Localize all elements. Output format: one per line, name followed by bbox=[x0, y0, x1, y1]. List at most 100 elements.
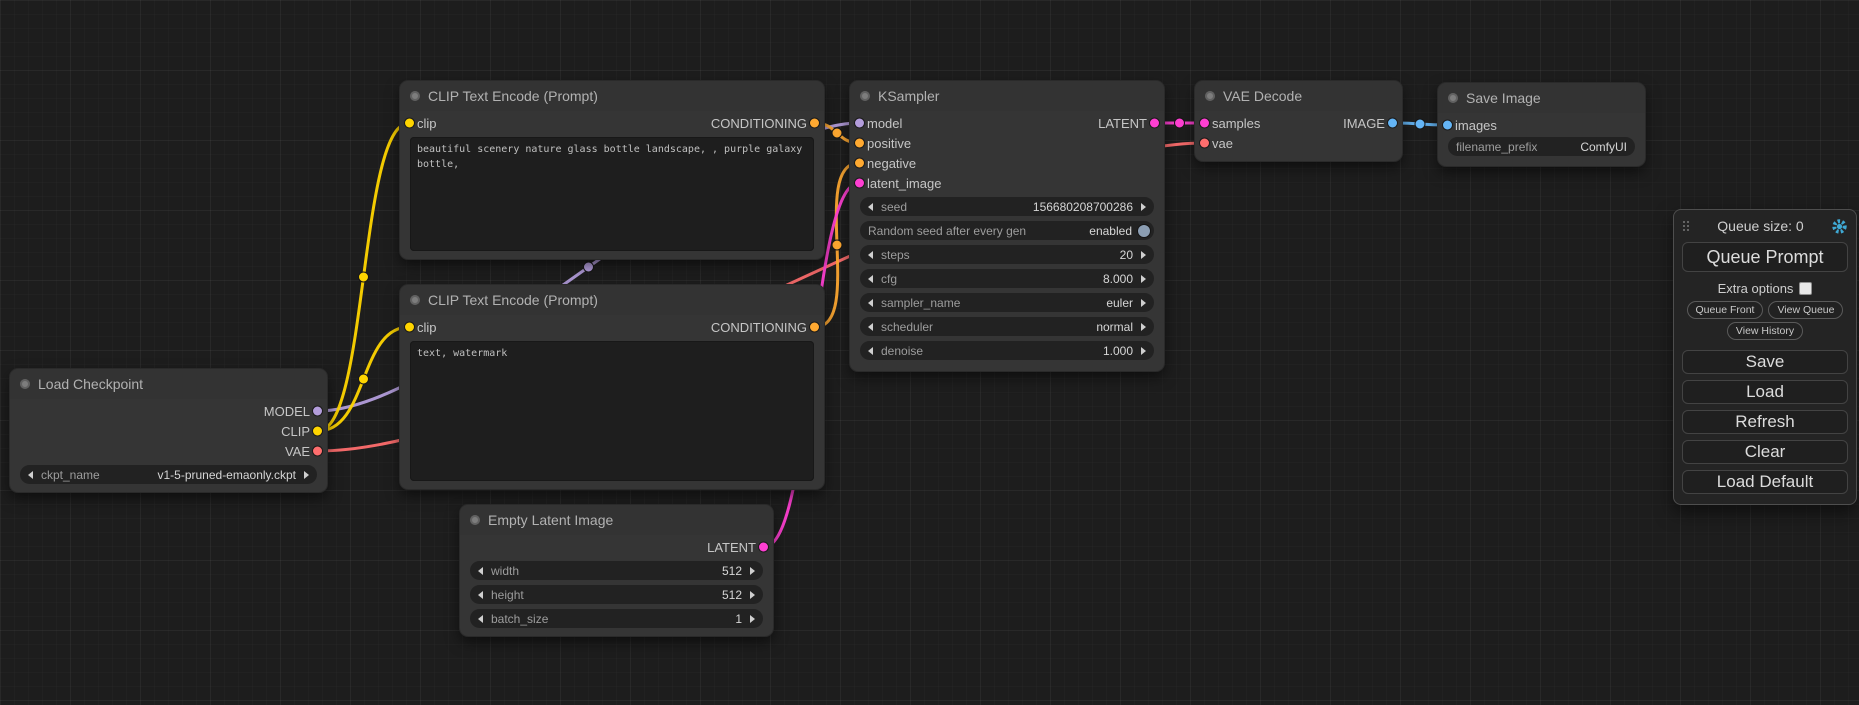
node-empty-latent-image[interactable]: Empty Latent Image LATENT width 512 heig… bbox=[460, 505, 773, 636]
decrement-arrow-icon[interactable] bbox=[868, 251, 873, 259]
collapse-dot-icon[interactable] bbox=[20, 379, 30, 389]
decrement-arrow-icon[interactable] bbox=[28, 471, 33, 479]
increment-arrow-icon[interactable] bbox=[1141, 203, 1146, 211]
load-button[interactable]: Load bbox=[1682, 380, 1848, 404]
refresh-button[interactable]: Refresh bbox=[1682, 410, 1848, 434]
node-title-bar[interactable]: KSampler bbox=[850, 81, 1164, 111]
output-slot-image[interactable] bbox=[1388, 119, 1397, 128]
view-history-button[interactable]: View History bbox=[1727, 322, 1803, 340]
widget-denoise[interactable]: denoise 1.000 bbox=[860, 341, 1154, 360]
widget-scheduler[interactable]: scheduler normal bbox=[860, 317, 1154, 336]
widget-cfg[interactable]: cfg 8.000 bbox=[860, 269, 1154, 288]
widget-sampler-name[interactable]: sampler_name euler bbox=[860, 293, 1154, 312]
link-midpoint-dot[interactable] bbox=[359, 272, 369, 282]
output-slot-clip[interactable] bbox=[313, 427, 322, 436]
increment-arrow-icon[interactable] bbox=[1141, 323, 1146, 331]
widget-steps[interactable]: steps 20 bbox=[860, 245, 1154, 264]
link-midpoint-dot[interactable] bbox=[1175, 118, 1185, 128]
node-title-bar[interactable]: CLIP Text Encode (Prompt) bbox=[400, 285, 824, 315]
toggle-knob[interactable] bbox=[1138, 225, 1150, 237]
link-midpoint-dot[interactable] bbox=[359, 374, 369, 384]
node-ksampler[interactable]: KSampler model LATENT positive negative … bbox=[850, 81, 1164, 371]
node-title: KSampler bbox=[878, 88, 939, 104]
decrement-arrow-icon[interactable] bbox=[478, 615, 483, 623]
node-title-bar[interactable]: Empty Latent Image bbox=[460, 505, 773, 535]
increment-arrow-icon[interactable] bbox=[1141, 347, 1146, 355]
link-midpoint-dot[interactable] bbox=[832, 128, 842, 138]
node-graph-canvas[interactable]: Load Checkpoint MODEL CLIP VAE ckpt_name… bbox=[0, 0, 1859, 705]
output-slot-latent[interactable] bbox=[1150, 119, 1159, 128]
prompt-textarea[interactable]: beautiful scenery nature glass bottle la… bbox=[410, 137, 814, 251]
link-midpoint-dot[interactable] bbox=[584, 262, 594, 272]
input-label-clip: clip bbox=[417, 116, 437, 131]
node-title-bar[interactable]: VAE Decode bbox=[1195, 81, 1402, 111]
collapse-dot-icon[interactable] bbox=[410, 295, 420, 305]
widget-name: seed bbox=[881, 200, 907, 214]
widget-filename-prefix[interactable]: filename_prefix ComfyUI bbox=[1448, 137, 1635, 156]
decrement-arrow-icon[interactable] bbox=[478, 567, 483, 575]
node-load-checkpoint[interactable]: Load Checkpoint MODEL CLIP VAE ckpt_name… bbox=[10, 369, 327, 492]
collapse-dot-icon[interactable] bbox=[410, 91, 420, 101]
output-slot-vae[interactable] bbox=[313, 447, 322, 456]
link-midpoint-dot[interactable] bbox=[1415, 119, 1425, 129]
output-slot-conditioning[interactable] bbox=[810, 119, 819, 128]
increment-arrow-icon[interactable] bbox=[304, 471, 309, 479]
decrement-arrow-icon[interactable] bbox=[868, 299, 873, 307]
menu-drag-handle-icon[interactable] bbox=[1683, 221, 1690, 232]
collapse-dot-icon[interactable] bbox=[470, 515, 480, 525]
extra-options-checkbox[interactable] bbox=[1799, 282, 1812, 295]
node-vae-decode[interactable]: VAE Decode samples IMAGE vae bbox=[1195, 81, 1402, 161]
increment-arrow-icon[interactable] bbox=[1141, 251, 1146, 259]
increment-arrow-icon[interactable] bbox=[750, 567, 755, 575]
settings-gear-icon[interactable] bbox=[1831, 218, 1848, 235]
node-title-bar[interactable]: Save Image bbox=[1438, 83, 1645, 113]
input-slot-clip[interactable] bbox=[405, 119, 414, 128]
view-queue-button[interactable]: View Queue bbox=[1768, 301, 1843, 319]
widget-ckpt-name[interactable]: ckpt_name v1-5-pruned-emaonly.ckpt bbox=[20, 465, 317, 484]
extra-options-label: Extra options bbox=[1718, 281, 1794, 296]
load-default-button[interactable]: Load Default bbox=[1682, 470, 1848, 494]
widget-seed[interactable]: seed 156680208700286 bbox=[860, 197, 1154, 216]
prompt-textarea[interactable]: text, watermark bbox=[410, 341, 814, 481]
collapse-dot-icon[interactable] bbox=[860, 91, 870, 101]
node-title-bar[interactable]: Load Checkpoint bbox=[10, 369, 327, 399]
decrement-arrow-icon[interactable] bbox=[868, 323, 873, 331]
increment-arrow-icon[interactable] bbox=[750, 615, 755, 623]
save-button[interactable]: Save bbox=[1682, 350, 1848, 374]
link-midpoint-dot[interactable] bbox=[832, 240, 842, 250]
widget-height[interactable]: height 512 bbox=[470, 585, 763, 604]
input-slot-images[interactable] bbox=[1443, 121, 1452, 130]
output-slot-model[interactable] bbox=[313, 407, 322, 416]
output-slot-latent[interactable] bbox=[759, 543, 768, 552]
decrement-arrow-icon[interactable] bbox=[868, 347, 873, 355]
widget-random-seed-toggle[interactable]: Random seed after every gen enabled bbox=[860, 221, 1154, 240]
output-label-model: MODEL bbox=[264, 404, 310, 419]
input-slot-negative[interactable] bbox=[855, 159, 864, 168]
output-slot-conditioning[interactable] bbox=[810, 323, 819, 332]
increment-arrow-icon[interactable] bbox=[750, 591, 755, 599]
widget-width[interactable]: width 512 bbox=[470, 561, 763, 580]
input-slot-latent-image[interactable] bbox=[855, 179, 864, 188]
node-save-image[interactable]: Save Image images filename_prefix ComfyU… bbox=[1438, 83, 1645, 166]
increment-arrow-icon[interactable] bbox=[1141, 275, 1146, 283]
input-slot-positive[interactable] bbox=[855, 139, 864, 148]
widget-batch-size[interactable]: batch_size 1 bbox=[470, 609, 763, 628]
decrement-arrow-icon[interactable] bbox=[868, 203, 873, 211]
input-slot-samples[interactable] bbox=[1200, 119, 1209, 128]
input-slot-clip[interactable] bbox=[405, 323, 414, 332]
decrement-arrow-icon[interactable] bbox=[478, 591, 483, 599]
widget-value: enabled bbox=[1089, 224, 1132, 238]
queue-menu-panel: Queue size: 0 Queue Prompt Extra options… bbox=[1673, 209, 1857, 505]
collapse-dot-icon[interactable] bbox=[1205, 91, 1215, 101]
input-slot-vae[interactable] bbox=[1200, 139, 1209, 148]
collapse-dot-icon[interactable] bbox=[1448, 93, 1458, 103]
queue-front-button[interactable]: Queue Front bbox=[1687, 301, 1764, 319]
decrement-arrow-icon[interactable] bbox=[868, 275, 873, 283]
node-title-bar[interactable]: CLIP Text Encode (Prompt) bbox=[400, 81, 824, 111]
increment-arrow-icon[interactable] bbox=[1141, 299, 1146, 307]
clear-button[interactable]: Clear bbox=[1682, 440, 1848, 464]
input-slot-model[interactable] bbox=[855, 119, 864, 128]
node-clip-text-encode-positive[interactable]: CLIP Text Encode (Prompt) clip CONDITION… bbox=[400, 81, 824, 259]
node-clip-text-encode-negative[interactable]: CLIP Text Encode (Prompt) clip CONDITION… bbox=[400, 285, 824, 489]
queue-prompt-button[interactable]: Queue Prompt bbox=[1682, 242, 1848, 272]
